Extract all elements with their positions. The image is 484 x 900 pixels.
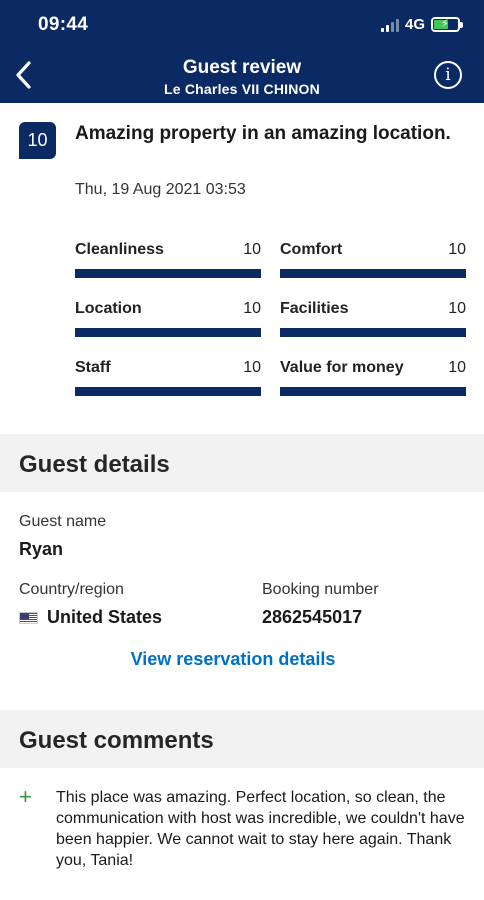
- review-score-badge: 10: [19, 122, 56, 159]
- network-type: 4G: [404, 16, 425, 33]
- info-button[interactable]: i: [434, 61, 462, 89]
- score-label: Cleanliness: [75, 241, 164, 258]
- us-flag-icon: [19, 612, 38, 624]
- score-value: 10: [243, 359, 261, 376]
- guest-details-header: Guest details: [0, 434, 484, 492]
- guest-name: Ryan: [19, 539, 64, 559]
- score-value: 10: [243, 241, 261, 258]
- score-bar: [75, 328, 261, 337]
- guest-comments-header: Guest comments: [0, 710, 484, 768]
- score-bar: [75, 269, 261, 278]
- review-title: Amazing property in an amazing location.: [75, 123, 451, 144]
- score-label: Location: [75, 300, 142, 317]
- page-title: Guest review: [182, 57, 302, 78]
- score-bar: [75, 387, 261, 396]
- score-staff: Staff 10: [75, 356, 261, 396]
- category-scores: Cleanliness 10 Comfort 10 Location 10 Fa…: [75, 238, 466, 396]
- score-label: Comfort: [280, 241, 343, 258]
- view-reservation-link[interactable]: View reservation details: [0, 649, 466, 670]
- guest-name-label: Guest name: [19, 513, 107, 530]
- positive-comment: This place was amazing. Perfect location…: [56, 789, 465, 869]
- score-location: Location 10: [75, 297, 261, 337]
- score-label: Value for money: [280, 359, 404, 376]
- section-title: Guest details: [19, 451, 170, 478]
- score-bar: [280, 269, 466, 278]
- review-date: Thu, 19 Aug 2021 03:53: [75, 181, 246, 198]
- score-facilities: Facilities 10: [280, 297, 466, 337]
- property-name: Le Charles VII CHINON: [164, 81, 320, 97]
- country-label: Country/region: [19, 581, 124, 598]
- status-time: 09:44: [38, 14, 89, 35]
- score-value: 10: [243, 300, 261, 317]
- score-comfort: Comfort 10: [280, 238, 466, 278]
- battery-charging-icon: ⚡: [431, 17, 463, 32]
- score-value-for-money: Value for money 10: [280, 356, 466, 396]
- score-bar: [280, 387, 466, 396]
- plus-icon: +: [19, 784, 32, 809]
- booking-number-label: Booking number: [262, 581, 379, 598]
- top-bar: 09:44 4G ⚡ Guest review Le Charles VII C…: [0, 0, 484, 103]
- signal-icon: [380, 18, 399, 32]
- score-value: 10: [448, 359, 466, 376]
- score-bar: [280, 328, 466, 337]
- section-title: Guest comments: [19, 727, 214, 754]
- country-value: United States: [47, 607, 163, 627]
- score-label: Facilities: [280, 300, 349, 317]
- score-label: Staff: [75, 359, 111, 376]
- info-icon: i: [445, 65, 451, 85]
- booking-number: 2862545017: [262, 607, 363, 627]
- score-value: 10: [448, 241, 466, 258]
- score-value: 10: [448, 300, 466, 317]
- score-cleanliness: Cleanliness 10: [75, 238, 261, 278]
- status-indicators: 4G ⚡: [380, 16, 463, 33]
